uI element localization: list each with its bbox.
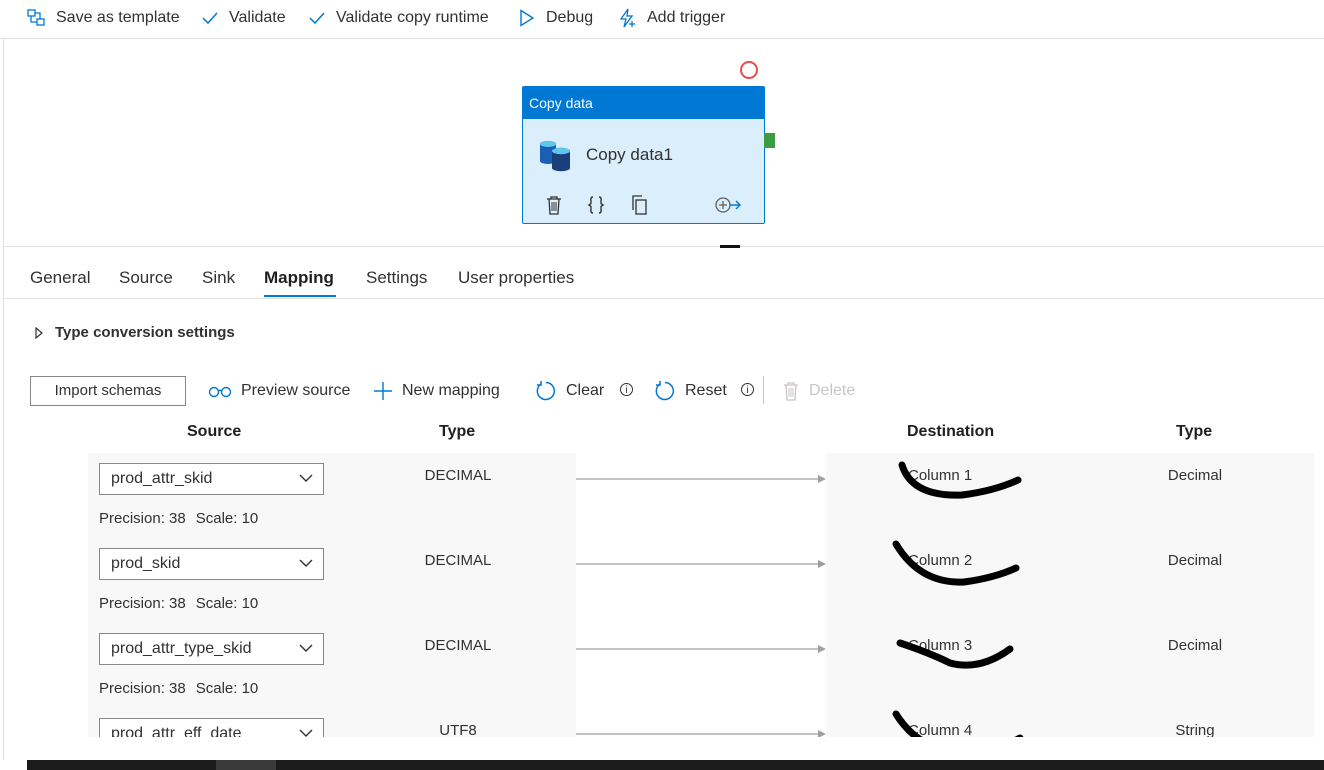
redaction-scribble <box>892 710 1024 737</box>
tabs-divider <box>3 298 1324 299</box>
new-mapping-label: New mapping <box>402 382 500 399</box>
info-icon[interactable]: i <box>620 383 633 396</box>
mapping-arrow-icon <box>576 645 826 653</box>
redaction-scribble <box>892 540 1020 586</box>
preview-source-label: Preview source <box>241 382 351 399</box>
trash-icon <box>784 382 798 401</box>
add-trigger-label: Add trigger <box>647 9 726 26</box>
redaction-scribble <box>898 461 1022 499</box>
template-icon <box>27 9 45 26</box>
precision-text: Precision: 38 <box>99 595 186 612</box>
tab-sink[interactable]: Sink <box>202 268 235 288</box>
toolbar-separator <box>763 376 764 404</box>
chevron-down-icon <box>299 559 313 567</box>
chevron-down-icon <box>299 474 313 482</box>
error-indicator-icon[interactable] <box>740 61 758 79</box>
import-schemas-button[interactable]: Import schemas <box>30 376 186 406</box>
tab-user-properties[interactable]: User properties <box>458 268 574 288</box>
copy-data-activity[interactable]: Copy data Copy data1 <box>522 86 765 224</box>
source-column-dropdown[interactable]: prod_attr_eff_date <box>99 718 324 737</box>
tab-source[interactable]: Source <box>119 268 173 288</box>
destination-type-column-header: Type <box>1176 423 1213 440</box>
source-type-column-header: Type <box>439 423 476 440</box>
refresh-icon <box>655 381 674 401</box>
scrollbar-thumb[interactable] <box>216 760 276 770</box>
mapping-row: prod_attr_skid Precision: 38 Scale: 10 DE… <box>0 453 1324 538</box>
mapping-arrow-icon <box>576 560 826 568</box>
activity-type-label: Copy data <box>523 87 764 119</box>
code-braces-icon[interactable] <box>586 195 606 215</box>
scale-text: Scale: 10 <box>195 680 259 697</box>
play-icon <box>520 9 535 27</box>
source-column-value: prod_skid <box>111 555 181 572</box>
precision-text: Precision: 38 <box>99 680 186 697</box>
debug-button[interactable]: Debug <box>518 0 593 36</box>
mapping-arrow-icon <box>576 475 826 483</box>
source-column-dropdown[interactable]: prod_attr_type_skid <box>99 633 324 665</box>
source-column-dropdown[interactable]: prod_attr_skid <box>99 463 324 495</box>
chevron-down-icon <box>299 644 313 652</box>
preview-source-button[interactable]: Preview source <box>208 376 350 406</box>
source-column-dropdown[interactable]: prod_skid <box>99 548 324 580</box>
new-mapping-button[interactable]: New mapping <box>373 376 500 406</box>
validate-label: Validate <box>229 9 286 26</box>
tab-settings[interactable]: Settings <box>366 268 427 288</box>
save-as-template-label: Save as template <box>56 9 180 26</box>
redaction-scribble <box>896 639 1014 669</box>
precision-text: Precision: 38 <box>99 510 186 527</box>
source-column-header: Source <box>187 423 242 440</box>
validate-copy-runtime-label: Validate copy runtime <box>336 9 489 26</box>
clear-button[interactable]: Clear <box>535 376 604 406</box>
info-icon[interactable]: i <box>741 383 754 396</box>
copy-icon[interactable] <box>629 195 649 215</box>
validate-copy-runtime-button[interactable]: Validate copy runtime <box>308 0 489 36</box>
activity-name: Copy data1 <box>586 145 673 164</box>
add-output-arrow-icon[interactable] <box>714 195 742 215</box>
checkmark-icon <box>309 12 325 25</box>
delete-button[interactable]: Delete <box>782 376 855 406</box>
success-output-port[interactable] <box>764 133 775 148</box>
scale-text: Scale: 10 <box>195 510 259 527</box>
glasses-icon <box>208 386 232 398</box>
tab-general[interactable]: General <box>30 268 90 288</box>
plus-icon <box>374 382 392 400</box>
delete-label: Delete <box>809 382 856 399</box>
mapping-arrow-icon <box>576 730 826 737</box>
chevron-down-icon <box>299 729 313 737</box>
reset-label: Reset <box>685 382 727 399</box>
source-column-value: prod_attr_type_skid <box>111 640 252 657</box>
tab-mapping[interactable]: Mapping <box>264 268 334 288</box>
trash-icon[interactable] <box>545 195 563 215</box>
type-conversion-label: Type conversion settings <box>55 324 235 341</box>
destination-column-header: Destination <box>907 423 995 440</box>
validate-button[interactable]: Validate <box>201 0 286 36</box>
lightning-icon <box>619 8 635 28</box>
active-tab-indicator <box>264 295 336 297</box>
precision-scale-info: Precision: 38 Scale: 10 <box>99 595 268 612</box>
reset-button[interactable]: Reset <box>654 376 727 406</box>
source-column-value: prod_attr_skid <box>111 470 213 487</box>
mapping-row: prod_skid Precision: 38 Scale: 10 DECIMAL… <box>0 538 1324 623</box>
source-column-value: prod_attr_eff_date <box>111 725 242 737</box>
precision-scale-info: Precision: 38 Scale: 10 <box>99 680 268 697</box>
debug-label: Debug <box>546 9 594 26</box>
chevron-right-icon <box>35 326 43 339</box>
clear-label: Clear <box>566 382 605 399</box>
scale-text: Scale: 10 <box>195 595 259 612</box>
panel-resize-handle[interactable] <box>720 245 740 248</box>
checkmark-icon <box>202 12 218 25</box>
type-conversion-settings-toggle[interactable]: Type conversion settings <box>35 324 235 341</box>
add-trigger-button[interactable]: Add trigger <box>617 0 725 36</box>
pipeline-toolbar: Save as template Validate Validate copy … <box>0 0 1324 39</box>
mapping-row: prod_attr_type_skid Precision: 38 Scale: … <box>0 623 1324 708</box>
save-as-template-button[interactable]: Save as template <box>26 0 180 36</box>
refresh-icon <box>536 381 555 401</box>
database-icon <box>540 141 570 172</box>
precision-scale-info: Precision: 38 Scale: 10 <box>99 510 268 527</box>
mapping-row: prod_attr_eff_date UTF8 Column 4 String <box>0 708 1324 737</box>
